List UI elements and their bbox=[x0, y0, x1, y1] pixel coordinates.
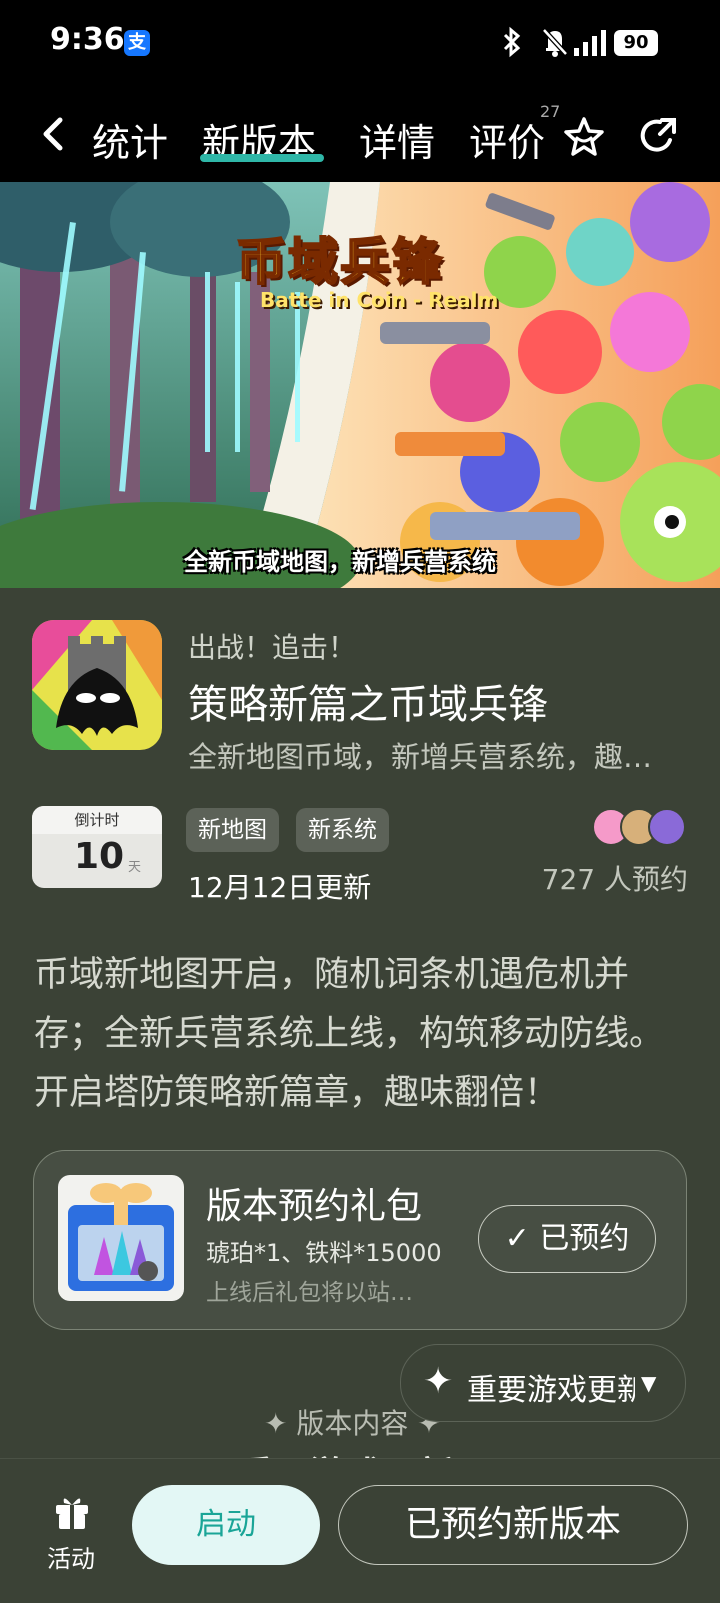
avatar bbox=[648, 808, 686, 846]
gift-box-icon bbox=[58, 1175, 184, 1301]
top-nav: 统计 新版本 详情 评价 27 bbox=[0, 90, 720, 182]
section-jump-pill[interactable]: ✦ 重要游戏更新 ▼ bbox=[400, 1344, 686, 1422]
countdown-unit: 天 bbox=[128, 860, 142, 875]
reserve-count: 727 人预约 bbox=[541, 863, 688, 896]
event-description: 币域新地图开启，随机词条机遇危机并存；全新兵营系统上线，构筑移动防线。开启塔防策… bbox=[34, 955, 665, 1113]
section-jump-label: 重要游戏更新 bbox=[467, 1373, 635, 1408]
reserve-gift-card[interactable]: 版本预约礼包 琥珀*1、铁料*15000 上线后礼包将以站… ✓ 已预约 bbox=[33, 1150, 687, 1330]
gift-reserved-button[interactable]: ✓ 已预约 bbox=[478, 1205, 656, 1273]
gift-title: 版本预约礼包 bbox=[206, 1186, 423, 1227]
game-icon[interactable] bbox=[32, 620, 162, 750]
update-date: 12月12日更新 bbox=[188, 871, 372, 904]
battery-icon: 90 bbox=[614, 30, 658, 56]
bottom-bar: 活动 启动 已预约新版本 bbox=[0, 1458, 720, 1603]
alipay-icon: 支 bbox=[124, 30, 150, 56]
back-icon[interactable] bbox=[38, 112, 66, 167]
chevron-down-icon: ▼ bbox=[641, 1371, 657, 1395]
banner-subtitle: Batte in Coin - Realm bbox=[260, 288, 499, 312]
signal-icon bbox=[574, 30, 606, 56]
mute-bell-icon bbox=[540, 26, 570, 58]
sparkle-icon: ✦ bbox=[423, 1361, 454, 1402]
reserved-new-version-button[interactable]: 已预约新版本 bbox=[338, 1485, 688, 1565]
banner-caption: 全新币域地图，新增兵营系统 bbox=[184, 548, 496, 576]
countdown-card: 倒计时 10 天 bbox=[32, 806, 162, 888]
tab-details[interactable]: 详情 bbox=[359, 112, 435, 167]
event-pre-title: 出战！追击！ bbox=[188, 631, 357, 664]
bluetooth-icon bbox=[500, 26, 524, 58]
launch-button[interactable]: 启动 bbox=[132, 1485, 320, 1565]
gift-icon[interactable] bbox=[52, 1491, 92, 1531]
status-time: 9:36 bbox=[50, 22, 125, 57]
countdown-label: 倒计时 bbox=[32, 806, 162, 834]
event-subtitle: 全新地图币域，新增兵营系统，趣味翻倍 bbox=[188, 740, 668, 774]
gift-reserved-label: 已预约 bbox=[539, 1221, 630, 1256]
banner-title: 币域兵锋 bbox=[235, 232, 444, 292]
gift-items: 琥珀*1、铁料*15000 bbox=[206, 1239, 442, 1267]
version-banner[interactable]: 币域兵锋 Batte in Coin - Realm 全新币域地图，新增兵营系统 bbox=[0, 182, 720, 588]
review-count-badge: 27 bbox=[540, 102, 561, 121]
gift-note: 上线后礼包将以站… bbox=[206, 1280, 413, 1306]
countdown-value: 10 bbox=[74, 836, 125, 877]
active-tab-indicator bbox=[200, 154, 324, 162]
favorite-star-icon[interactable] bbox=[562, 114, 606, 158]
reserver-avatars bbox=[592, 808, 688, 846]
activity-label[interactable]: 活动 bbox=[47, 1539, 95, 1574]
tab-reviews[interactable]: 评价 bbox=[469, 112, 545, 167]
check-icon: ✓ bbox=[504, 1221, 530, 1256]
status-bar: 9:36 支 90 bbox=[0, 0, 720, 90]
tab-stats[interactable]: 统计 bbox=[92, 112, 168, 167]
tag-new-system: 新系统 bbox=[296, 808, 389, 852]
tag-new-map: 新地图 bbox=[186, 808, 279, 852]
share-icon[interactable] bbox=[636, 114, 680, 158]
event-title: 策略新篇之币域兵锋 bbox=[188, 682, 548, 728]
